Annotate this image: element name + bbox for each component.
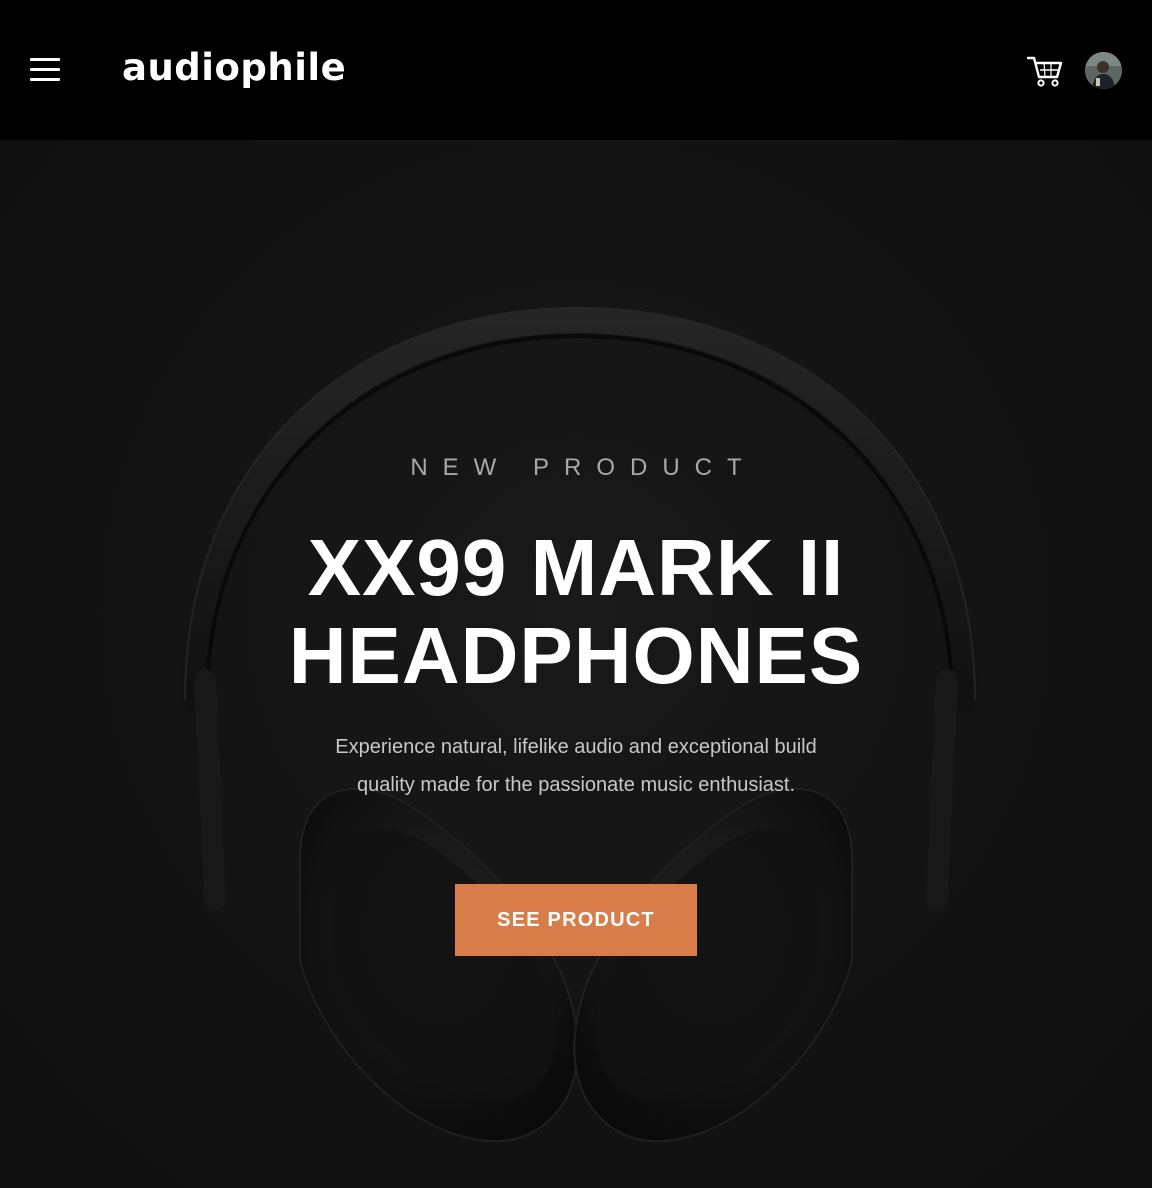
hero-section: NEW PRODUCT XX99 MARK II HEADPHONES Expe… <box>0 140 1152 1188</box>
shopping-cart-icon[interactable] <box>1026 54 1064 88</box>
hero-description: Experience natural, lifelike audio and e… <box>335 736 817 796</box>
brand-logo[interactable]: audiophile <box>122 45 346 91</box>
hamburger-menu-icon[interactable] <box>30 58 60 82</box>
hero-title: XX99 MARK II HEADPHONES <box>0 524 1152 700</box>
see-product-button[interactable]: SEE PRODUCT <box>455 884 697 956</box>
user-avatar[interactable] <box>1085 52 1122 89</box>
hero-title-line-2: HEADPHONES <box>288 611 864 700</box>
site-header: audiophile <box>0 0 1152 140</box>
hero-overline: NEW PRODUCT <box>410 454 757 481</box>
landing-page: audiophile NEW PRODUCT XX99 MARK II HEAD… <box>0 0 1152 1188</box>
hero-title-line-1: XX99 MARK II <box>307 523 845 612</box>
